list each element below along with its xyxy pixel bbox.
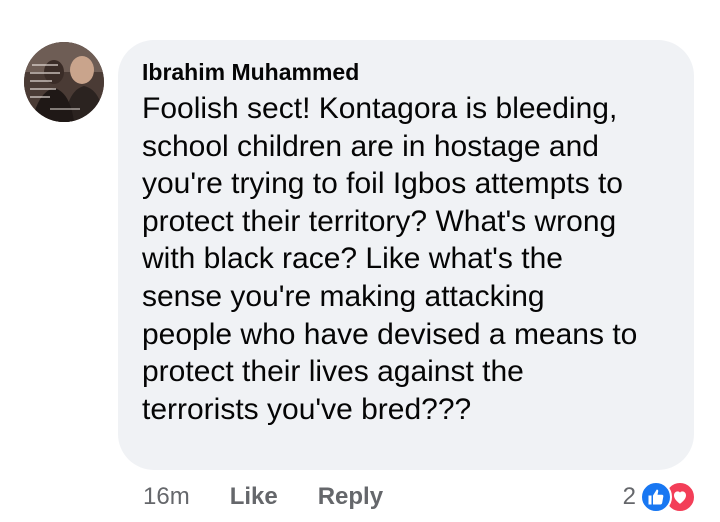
- avatar-image: [24, 42, 104, 122]
- comment-timestamp[interactable]: 16m: [143, 483, 190, 511]
- reaction-count: 2: [622, 483, 636, 510]
- like-button[interactable]: Like: [230, 483, 278, 511]
- comment-actions: 16m Like Reply: [143, 480, 423, 514]
- comment-author[interactable]: Ibrahim Muhammed: [142, 58, 670, 86]
- reaction-summary[interactable]: 2: [623, 480, 696, 514]
- reply-button[interactable]: Reply: [318, 483, 383, 511]
- comment-bubble: Ibrahim Muhammed Foolish sect! Kontagora…: [118, 40, 694, 470]
- like-icon: [640, 481, 672, 513]
- comment-text: Foolish sect! Kontagora is bleeding, sch…: [142, 92, 638, 426]
- avatar[interactable]: [24, 42, 104, 122]
